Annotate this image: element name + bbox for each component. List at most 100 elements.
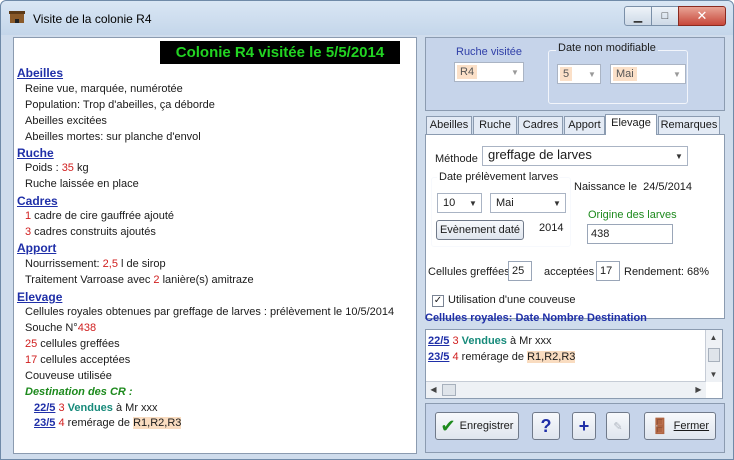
rendement-text: Rendement:: [624, 266, 684, 278]
tab-apport[interactable]: Apport: [564, 116, 605, 134]
abeilles-line: Abeilles excitées: [25, 115, 107, 127]
date-month-select[interactable]: Mai ▼: [610, 64, 686, 84]
greffees-count: 25: [25, 338, 38, 350]
scroll-left-icon[interactable]: ◀: [426, 382, 441, 397]
origine-input[interactable]: 438: [587, 224, 673, 244]
tab-abeilles[interactable]: Abeilles: [426, 116, 472, 134]
horizontal-scroll-thumb[interactable]: [442, 384, 456, 396]
dest-detail: remérage de: [64, 417, 134, 429]
greffees-text: cellules greffées: [37, 338, 120, 350]
dest-target: R1,R2,R3: [133, 417, 182, 429]
poids-label: Poids :: [25, 162, 62, 174]
tab-elevage[interactable]: Elevage: [605, 114, 657, 135]
section-abeilles: Abeilles: [17, 66, 64, 80]
plus-icon: +: [578, 415, 590, 436]
minimize-button[interactable]: ▁: [624, 6, 652, 26]
tab-cadres[interactable]: Cadres: [518, 116, 563, 134]
couveuse-checkbox[interactable]: ✓: [432, 295, 444, 307]
dest-date: 23/5: [34, 417, 56, 429]
cr-detail: à Mr xxx: [506, 335, 552, 347]
eraser-icon: ✎: [613, 420, 623, 433]
chevron-down-icon: ▼: [673, 69, 681, 79]
ruche-poids-line: Poids : 35 kg: [25, 162, 89, 174]
chevron-down-icon: ▼: [588, 69, 596, 79]
main-window: Visite de la colonie R4 ▁ □ ✕ Colonie R4…: [0, 0, 734, 460]
event-date-button[interactable]: Evènement daté: [436, 220, 524, 240]
methode-select[interactable]: greffage de larves ▼: [482, 146, 688, 166]
elevage-tab-panel: Méthode greffage de larves ▼ Date prélèv…: [425, 134, 725, 319]
prelevement-month-select[interactable]: Mai ▼: [490, 193, 566, 213]
cr-list-header: Cellules royales: Date Nombre Destinatio…: [425, 312, 647, 324]
prelevement-label: Date prélèvement larves: [437, 171, 561, 183]
section-ruche: Ruche: [17, 146, 54, 160]
title-bar[interactable]: Visite de la colonie R4 ▁ □ ✕: [1, 1, 733, 35]
visit-header-panel: Ruche visitée R4 ▼ Date non modifiable 5…: [425, 37, 725, 111]
cadres-text: cadres construits ajoutés: [31, 226, 156, 238]
ruche-visitee-label: Ruche visitée: [456, 46, 523, 58]
cr-status: Vendues: [461, 335, 507, 347]
visit-report-panel: Colonie R4 visitée le 5/5/2014 Abeilles …: [13, 37, 417, 454]
scroll-right-icon[interactable]: ▶: [691, 382, 706, 397]
vertical-scroll-thumb[interactable]: [708, 348, 720, 362]
acceptees-label: acceptées: [544, 266, 595, 278]
close-window-button[interactable]: 🚪 Fermer: [644, 412, 716, 440]
add-button[interactable]: +: [572, 412, 596, 440]
tab-remarques[interactable]: Remarques: [658, 116, 720, 134]
ruche-visitee-value: R4: [457, 65, 478, 79]
ruche-visitee-select[interactable]: R4 ▼: [454, 62, 524, 82]
vertical-scrollbar[interactable]: ▲ ▼: [705, 330, 722, 382]
window-title: Visite de la colonie R4: [33, 12, 152, 26]
dest-date: 22/5: [34, 402, 56, 414]
list-item[interactable]: 23/5 4 remérage de R1,R2,R3: [428, 351, 576, 363]
nourrissement-value: 2,5: [102, 258, 118, 270]
apport-line: Nourrissement: 2,5 l de sirop: [25, 258, 166, 270]
acceptees-input[interactable]: 17: [596, 261, 620, 281]
horizontal-scrollbar[interactable]: ◀ ▶: [426, 381, 706, 398]
cr-list: 22/5 3 Vendues à Mr xxx 23/5 4 remérage …: [425, 329, 723, 399]
save-button[interactable]: ✔ Enregistrer: [435, 412, 519, 440]
destination-row: 22/5 3 Vendues à Mr xxx: [34, 402, 158, 414]
traitement-unit: lanière(s) amitraze: [159, 274, 254, 286]
section-elevage: Elevage: [17, 290, 63, 304]
scroll-down-icon[interactable]: ▼: [706, 367, 721, 382]
close-window-button-label: Fermer: [673, 420, 710, 432]
tab-strip: Abeilles Ruche Cadres Apport Elevage Rem…: [425, 114, 725, 135]
section-apport: Apport: [17, 241, 57, 255]
couveuse-label: Utilisation d'une couveuse: [448, 294, 576, 306]
close-button[interactable]: ✕: [678, 6, 726, 26]
destination-row: 23/5 4 remérage de R1,R2,R3: [34, 417, 182, 429]
erase-button[interactable]: ✎: [606, 412, 630, 440]
poids-unit: kg: [73, 162, 89, 174]
help-button[interactable]: ?: [532, 412, 560, 440]
list-item[interactable]: 22/5 3 Vendues à Mr xxx: [428, 335, 552, 347]
rendement-label: Rendement: 68%: [624, 266, 709, 278]
acceptees-text: cellules acceptées: [37, 354, 131, 366]
chevron-down-icon: ▼: [553, 198, 561, 208]
abeilles-line: Reine vue, marquée, numérotée: [25, 83, 183, 95]
date-day-select[interactable]: 5 ▼: [557, 64, 601, 84]
cadres-text: cadre de cire gauffrée ajouté: [31, 210, 175, 222]
prelevement-day-select[interactable]: 10 ▼: [437, 193, 482, 213]
elevage-line: 25 cellules greffées: [25, 338, 120, 350]
nourrissement-label: Nourrissement:: [25, 258, 103, 270]
prelevement-year: 2014: [539, 222, 564, 234]
scroll-up-icon[interactable]: ▲: [706, 330, 721, 345]
greffees-input[interactable]: 25: [508, 261, 532, 281]
methode-label: Méthode: [435, 153, 478, 165]
chevron-down-icon: ▼: [511, 67, 519, 77]
tab-ruche[interactable]: Ruche: [473, 116, 517, 134]
prelevement-month-value: Mai: [496, 197, 514, 209]
checkmark-icon: ✔: [440, 415, 456, 436]
cr-detail: remérage de: [458, 351, 528, 363]
section-cadres: Cadres: [17, 194, 58, 208]
naissance-text: Naissance le: [574, 181, 637, 193]
cr-count: 3: [452, 335, 459, 347]
dest-count: 3: [58, 402, 65, 414]
naissance-value: 24/5/2014: [643, 181, 693, 193]
save-button-label: Enregistrer: [459, 420, 514, 432]
cadres-line: 3 cadres construits ajoutés: [25, 226, 156, 238]
apport-line: Traitement Varroase avec 2 lanière(s) am…: [25, 274, 254, 286]
action-bar: ✔ Enregistrer ? + ✎ 🚪 Fermer: [425, 403, 725, 453]
maximize-button[interactable]: □: [651, 6, 679, 26]
elevage-line: Souche N°438: [25, 322, 96, 334]
